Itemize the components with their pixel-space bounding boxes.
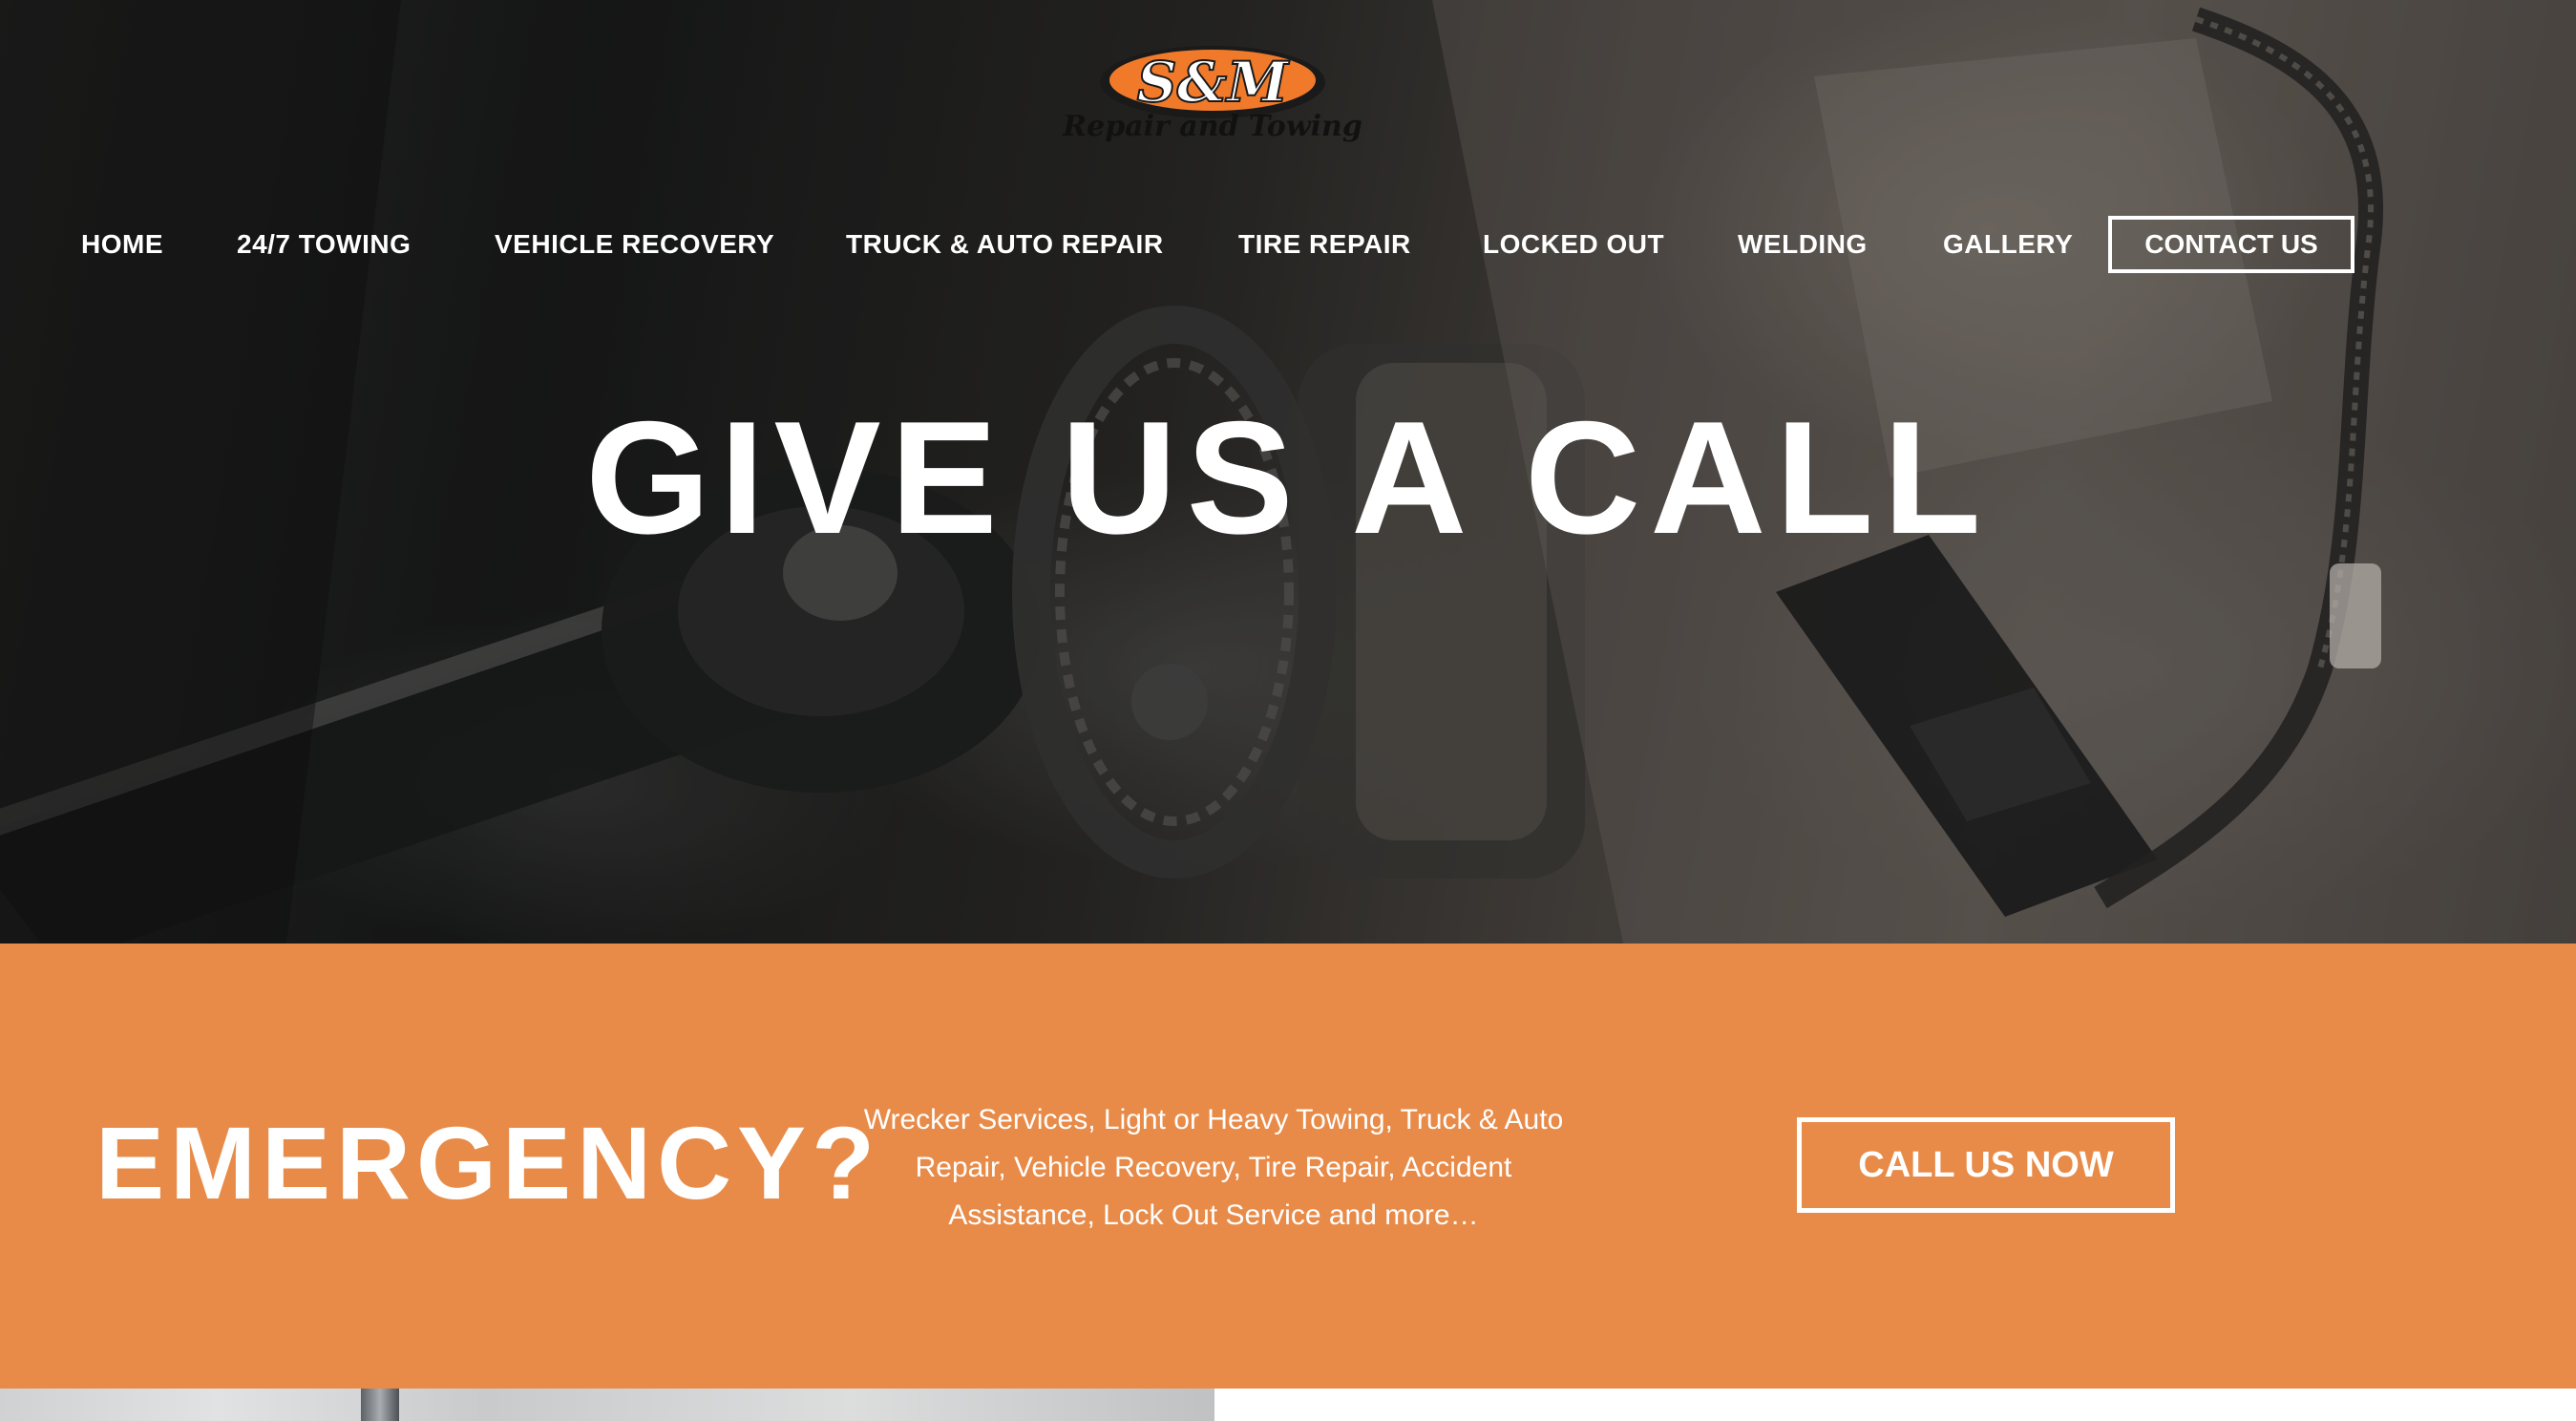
main-nav: HOME 24/7 TOWING VEHICLE RECOVERY TRUCK … [0, 216, 2576, 273]
nav-item-towing[interactable]: 24/7 TOWING [237, 216, 411, 273]
logo-graphic: S&M Repair and Towing [1062, 46, 1362, 143]
nav-item-home[interactable]: HOME [81, 216, 163, 273]
logo-tagline-text: Repair and Towing [1062, 110, 1362, 143]
emergency-title: EMERGENCY? [95, 1105, 881, 1220]
nav-item-vehicle-recovery[interactable]: VEHICLE RECOVERY [495, 216, 774, 273]
emergency-section: EMERGENCY? Wrecker Services, Light or He… [0, 944, 2576, 1389]
nav-item-truck-auto-repair[interactable]: TRUCK & AUTO REPAIR [846, 216, 1164, 273]
nav-item-locked-out[interactable]: LOCKED OUT [1483, 216, 1664, 273]
nav-item-gallery[interactable]: GALLERY [1943, 216, 2073, 273]
nav-item-welding[interactable]: WELDING [1738, 216, 1868, 273]
logo[interactable]: S&M Repair and Towing [1050, 38, 1375, 153]
emergency-description: Wrecker Services, Light or Heavy Towing,… [863, 1104, 1564, 1231]
bottom-image-pole [361, 1389, 399, 1421]
bottom-section-blank [1214, 1389, 2576, 1421]
nav-contact-us-button[interactable]: CONTACT US [2108, 216, 2354, 273]
nav-item-tire-repair[interactable]: TIRE REPAIR [1238, 216, 1411, 273]
call-us-now-button[interactable]: CALL US NOW [1797, 1117, 2175, 1213]
logo-brand-text: S&M [1137, 50, 1290, 115]
bottom-section-image [0, 1389, 1214, 1421]
hero-title: GIVE US A CALL [585, 388, 1991, 567]
hero-section: S&M Repair and Towing HOME 24/7 TOWING V… [0, 0, 2576, 944]
